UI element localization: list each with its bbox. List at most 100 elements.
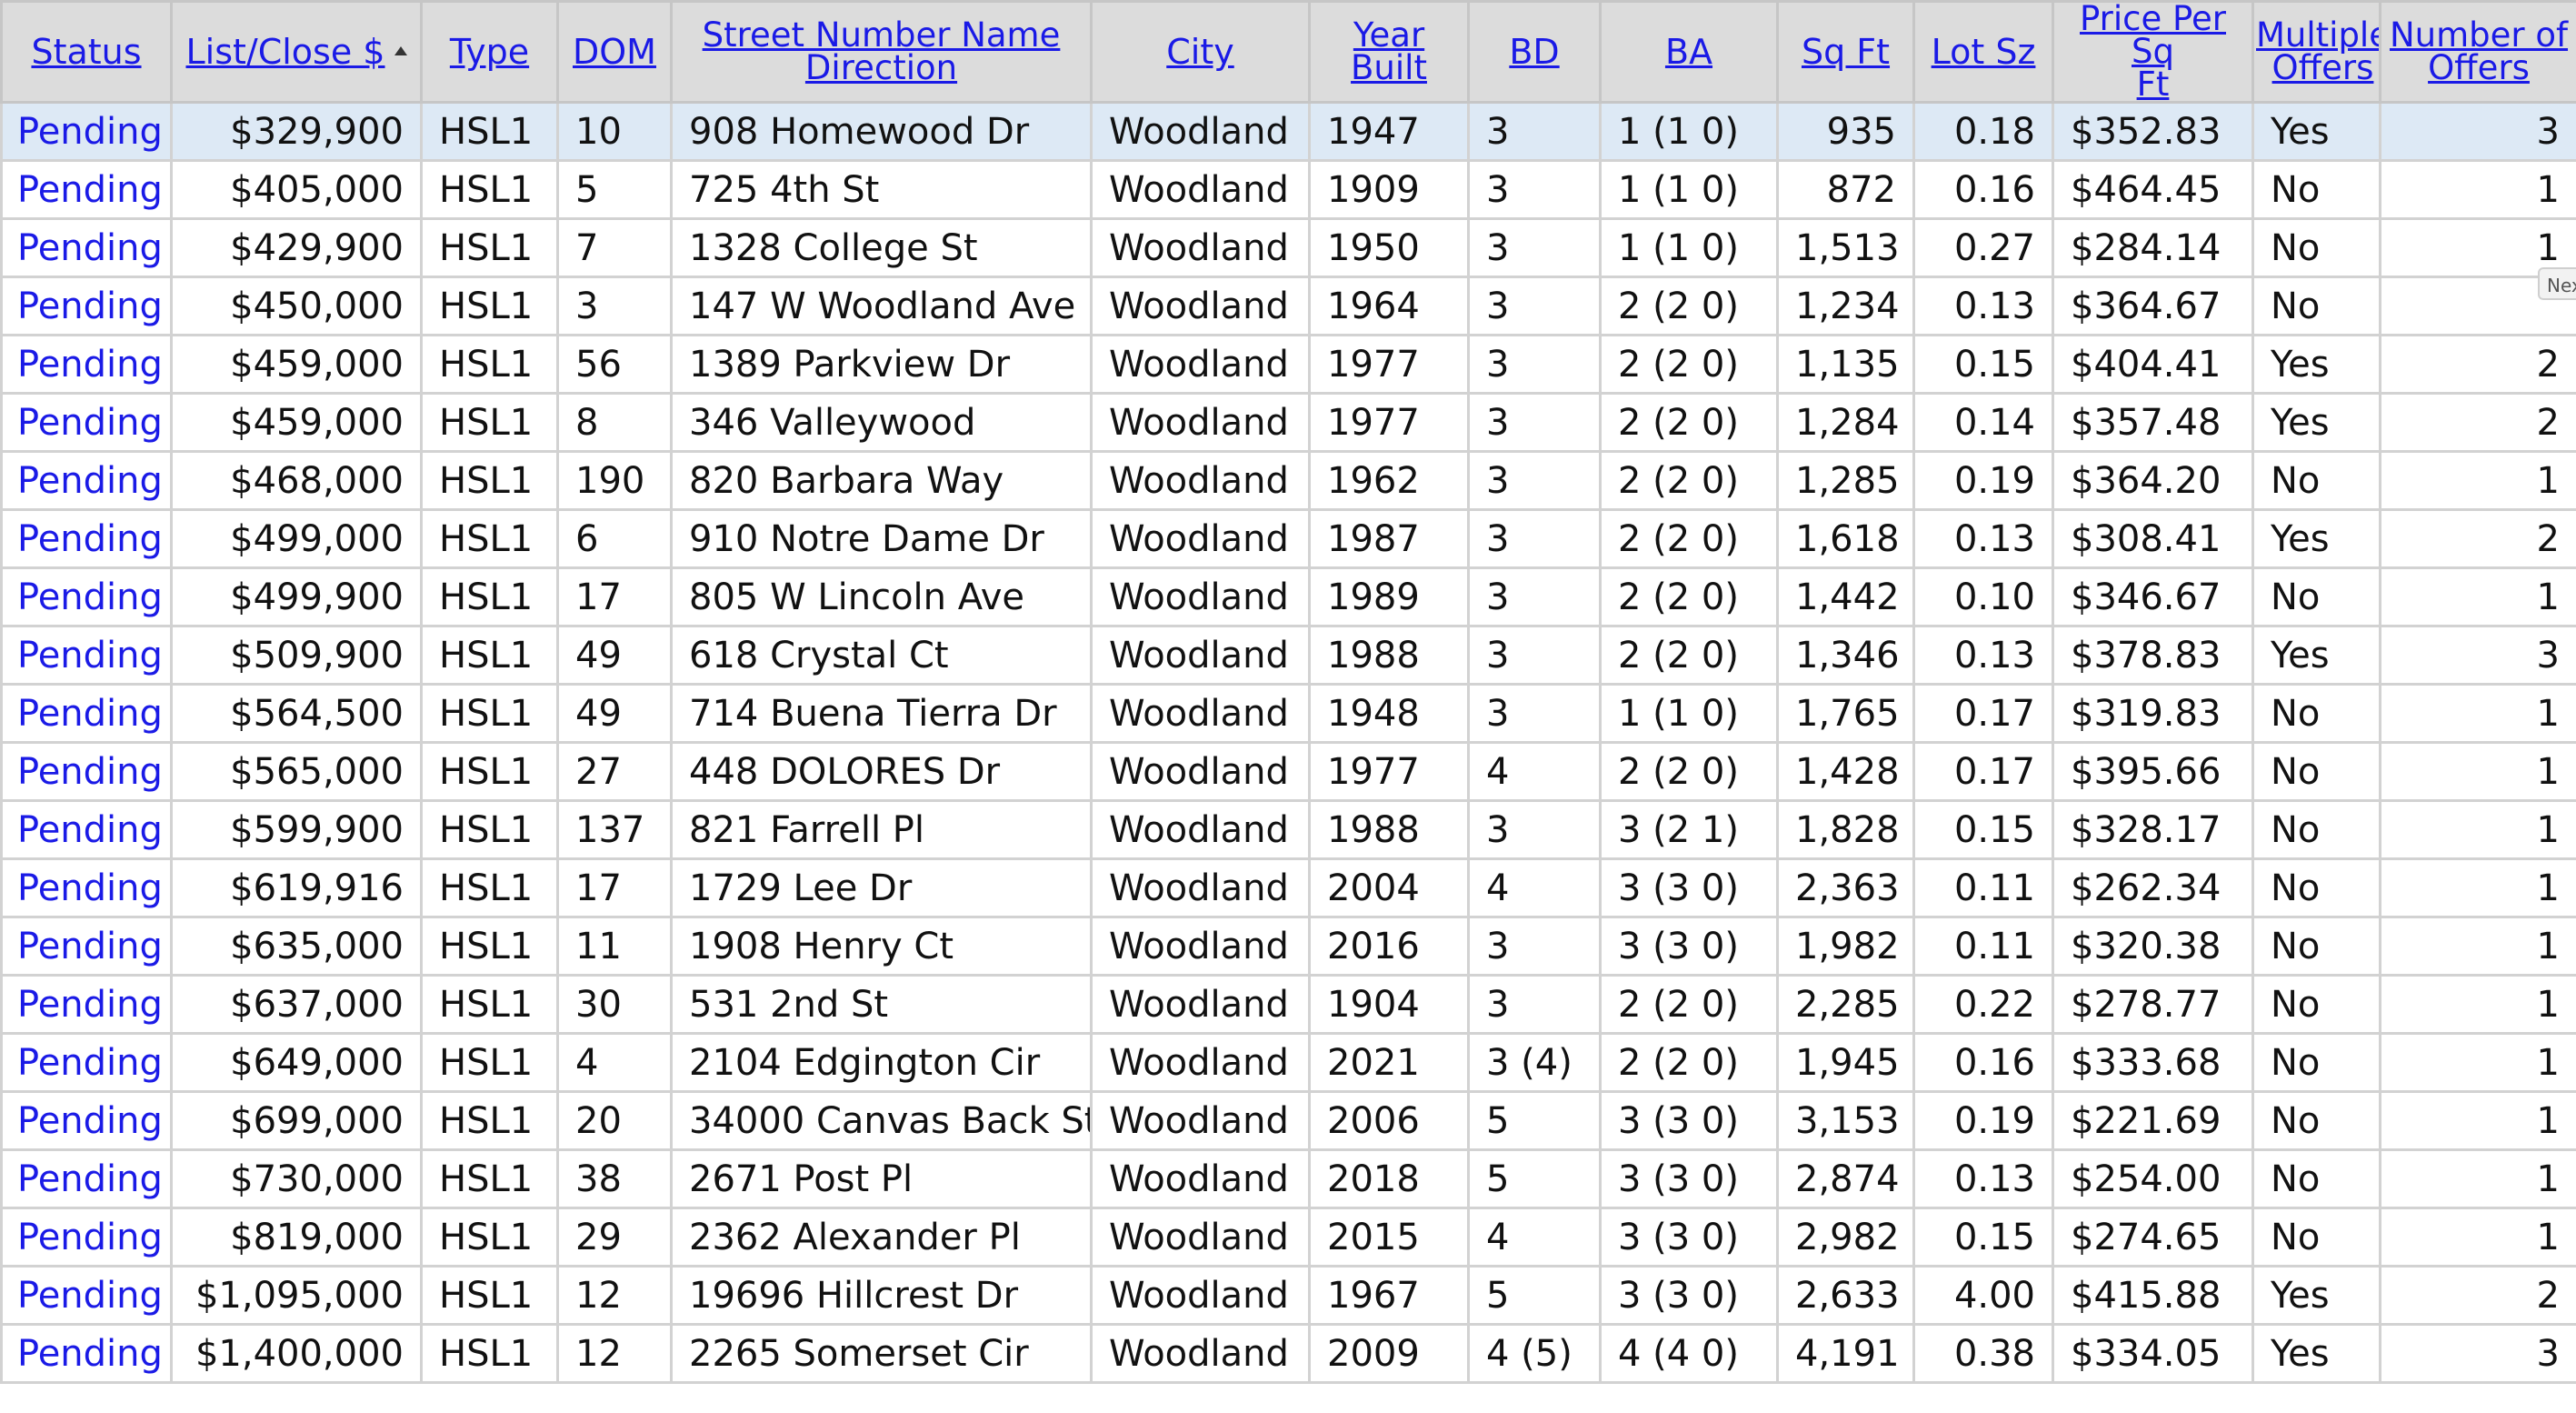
multiple-offers-cell: No xyxy=(2252,450,2381,511)
sort-city-link[interactable]: City xyxy=(1166,32,1233,72)
sort-type-link[interactable]: Type xyxy=(450,32,529,72)
list-close-cell: $509,900 xyxy=(170,625,423,686)
sqft-cell: 1,442 xyxy=(1776,566,1915,627)
sort-list-close-link[interactable]: List/Close $ xyxy=(185,32,384,72)
status-cell[interactable]: Pending xyxy=(0,1090,173,1151)
price-per-sqft-cell: $352.83 xyxy=(2052,101,2254,162)
address-cell: 820 Barbara Way xyxy=(670,450,1093,511)
status-cell[interactable]: Pending xyxy=(0,625,173,686)
list-close-cell: $499,000 xyxy=(170,508,423,569)
lot-size-cell: 0.19 xyxy=(1912,450,2054,511)
ba-cell: 1 (1 0) xyxy=(1599,159,1779,220)
multiple-offers-cell: Yes xyxy=(2252,101,2381,162)
sort-price-per-sqft-link[interactable]: Price Per Sq Ft xyxy=(2056,5,2250,100)
status-cell[interactable]: Pending xyxy=(0,1265,173,1326)
sort-lot-size-link[interactable]: Lot Sz xyxy=(1932,32,2036,72)
status-cell[interactable]: Pending xyxy=(0,101,173,162)
bd-cell: 4 (5) xyxy=(1467,1323,1602,1384)
status-cell[interactable]: Pending xyxy=(0,741,173,802)
ba-cell: 2 (2 0) xyxy=(1599,625,1779,686)
status-cell[interactable]: Pending xyxy=(0,334,173,395)
status-cell[interactable]: Pending xyxy=(0,392,173,453)
list-close-cell: $699,000 xyxy=(170,1090,423,1151)
price-per-sqft-cell: $319.83 xyxy=(2052,683,2254,744)
status-cell[interactable]: Pending xyxy=(0,683,173,744)
dom-cell: 30 xyxy=(556,974,673,1035)
type-cell: HSL1 xyxy=(420,1090,559,1151)
address-cell: 725 4th St xyxy=(670,159,1093,220)
status-cell[interactable]: Pending xyxy=(0,1323,173,1384)
multiple-offers-cell: Yes xyxy=(2252,334,2381,395)
ba-cell: 2 (2 0) xyxy=(1599,974,1779,1035)
bd-cell: 3 xyxy=(1467,450,1602,511)
city-cell: Woodland xyxy=(1090,741,1311,802)
status-cell[interactable]: Pending xyxy=(0,1032,173,1093)
sort-street-link[interactable]: Street Number Name Direction xyxy=(703,18,1061,87)
dom-cell: 190 xyxy=(556,450,673,511)
multiple-offers-cell: Yes xyxy=(2252,1265,2381,1326)
sort-bd-link[interactable]: BD xyxy=(1509,32,1559,72)
year-built-cell: 1964 xyxy=(1308,276,1470,336)
status-cell[interactable]: Pending xyxy=(0,566,173,627)
bd-cell: 5 xyxy=(1467,1090,1602,1151)
sort-ba-link[interactable]: BA xyxy=(1665,32,1712,72)
sort-status-link[interactable]: Status xyxy=(31,32,141,72)
lot-size-cell: 0.18 xyxy=(1912,101,2054,162)
list-close-cell: $1,095,000 xyxy=(170,1265,423,1326)
col-header-dom: DOM xyxy=(556,0,673,104)
table-row: Pending $459,000 HSL1 8 346 Valleywood Woodla… xyxy=(0,392,2576,453)
price-per-sqft-cell: $334.05 xyxy=(2052,1323,2254,1384)
status-cell[interactable]: Pending xyxy=(0,974,173,1035)
type-cell: HSL1 xyxy=(420,683,559,744)
type-cell: HSL1 xyxy=(420,1148,559,1209)
table-row: Pending $564,500 HSL1 49 714 Buena Tierra Dr… xyxy=(0,683,2576,744)
list-close-cell: $599,900 xyxy=(170,799,423,860)
bd-cell: 5 xyxy=(1467,1265,1602,1326)
year-built-cell: 2009 xyxy=(1308,1323,1470,1384)
type-cell: HSL1 xyxy=(420,508,559,569)
status-cell[interactable]: Pending xyxy=(0,508,173,569)
number-of-offers-cell: 1 xyxy=(2379,1032,2576,1093)
multiple-offers-cell: No xyxy=(2252,566,2381,627)
price-per-sqft-cell: $404.41 xyxy=(2052,334,2254,395)
bd-cell: 3 xyxy=(1467,683,1602,744)
dom-cell: 5 xyxy=(556,159,673,220)
status-cell[interactable]: Pending xyxy=(0,276,173,336)
year-built-cell: 1987 xyxy=(1308,508,1470,569)
next-button[interactable]: Next xyxy=(2538,267,2576,300)
status-cell[interactable]: Pending xyxy=(0,857,173,918)
year-built-cell: 1977 xyxy=(1308,392,1470,453)
sort-dom-link[interactable]: DOM xyxy=(573,32,656,72)
status-cell[interactable]: Pending xyxy=(0,159,173,220)
dom-cell: 17 xyxy=(556,566,673,627)
status-cell[interactable]: Pending xyxy=(0,450,173,511)
status-cell[interactable]: Pending xyxy=(0,916,173,977)
sort-sqft-link[interactable]: Sq Ft xyxy=(1802,32,1890,72)
lot-size-cell: 0.13 xyxy=(1912,625,2054,686)
ba-cell: 2 (2 0) xyxy=(1599,276,1779,336)
sqft-cell: 1,234 xyxy=(1776,276,1915,336)
type-cell: HSL1 xyxy=(420,1265,559,1326)
status-cell[interactable]: Pending xyxy=(0,799,173,860)
dom-cell: 7 xyxy=(556,217,673,278)
col-header-city: City xyxy=(1090,0,1311,104)
col-header-ba: BA xyxy=(1599,0,1779,104)
status-cell[interactable]: Pending xyxy=(0,217,173,278)
status-cell[interactable]: Pending xyxy=(0,1207,173,1268)
sort-multiple-offers-link[interactable]: Multiple Offers xyxy=(2256,18,2378,85)
col-header-number-of-offers: Number of Offers xyxy=(2379,0,2576,104)
lot-size-cell: 0.10 xyxy=(1912,566,2054,627)
sqft-cell: 3,153 xyxy=(1776,1090,1915,1151)
col-header-lot-size: Lot Sz xyxy=(1912,0,2054,104)
type-cell: HSL1 xyxy=(420,334,559,395)
sqft-cell: 1,945 xyxy=(1776,1032,1915,1093)
sort-number-of-offers-link[interactable]: Number of Offers xyxy=(2390,18,2568,85)
status-cell[interactable]: Pending xyxy=(0,1148,173,1209)
address-cell: 346 Valleywood xyxy=(670,392,1093,453)
number-of-offers-cell: 2 xyxy=(2379,334,2576,395)
sort-ascending-icon xyxy=(394,45,407,55)
sqft-cell: 1,428 xyxy=(1776,741,1915,802)
street-header-line2: Direction xyxy=(804,48,958,87)
col-header-bd: BD xyxy=(1467,0,1602,104)
sort-year-built-link[interactable]: Year Built xyxy=(1351,18,1427,85)
